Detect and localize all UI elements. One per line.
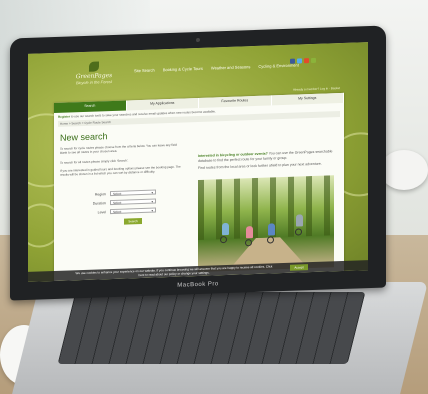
cookie-accept-button[interactable]: Accept (290, 264, 308, 271)
photo-cyclist (268, 223, 275, 236)
content-panel: Already a member? Log in · Basket Search… (54, 86, 344, 282)
right-intro-text-2: Find routes from the local area or look … (198, 161, 322, 170)
facebook-icon[interactable] (290, 58, 295, 64)
main-nav: Site Search Booking & Cycle Tours Weathe… (134, 62, 299, 73)
photo-cyclist (296, 214, 303, 227)
search-all-paragraph: To search for all routes please simply c… (60, 158, 129, 165)
tab-favourite-routes[interactable]: Favourite Routes (199, 95, 272, 108)
photo-wheel (220, 235, 227, 244)
keyboard (57, 292, 366, 364)
chevron-down-icon: ▾ (151, 190, 153, 195)
leaf-icon (89, 61, 99, 72)
tab-search[interactable]: Search (54, 100, 127, 114)
tab-my-settings[interactable]: My Settings (271, 92, 344, 106)
info-paragraph: If you are interested in guided tours an… (60, 164, 181, 177)
twitter-icon[interactable] (297, 58, 302, 64)
register-link[interactable]: Register (58, 114, 70, 118)
photo-cyclist (246, 226, 253, 239)
search-button[interactable]: Search (124, 217, 142, 225)
coffee-cup (380, 150, 428, 190)
right-intro: Interested in bicycling or outdoor event… (198, 149, 334, 170)
laptop-lid: MacBook Pro GreenPages Bicycle in the Fo… (10, 25, 386, 301)
photo-trees (198, 175, 334, 240)
level-select[interactable]: Select ▾ (110, 207, 156, 215)
youtube-icon[interactable] (304, 58, 309, 64)
laptop-base (12, 282, 428, 394)
region-value: Select (113, 191, 122, 196)
nav-item-booking[interactable]: Booking & Cycle Tours (163, 66, 203, 72)
region-label: Region (94, 192, 106, 197)
intro-paragraph: To search for cycle routes please choose… (60, 142, 177, 155)
region-select[interactable]: Select ▾ (110, 189, 156, 197)
family-cycling-photo (198, 175, 334, 272)
laptop-screen: GreenPages Bicycle in the Forest Site Se… (28, 42, 368, 282)
chevron-down-icon: ▾ (151, 199, 153, 204)
nav-item-site-search[interactable]: Site Search (134, 68, 155, 74)
chevron-down-icon: ▾ (151, 208, 153, 213)
tab-my-applications[interactable]: My Applications (126, 97, 199, 111)
level-value: Select (113, 209, 122, 214)
rss-icon[interactable] (311, 57, 316, 64)
level-label: Level (97, 210, 106, 215)
camera-icon (196, 37, 200, 43)
logo-tagline: Bicycle in the Forest (75, 79, 112, 86)
nav-item-weather[interactable]: Weather and Seasons (211, 64, 251, 70)
page-title: New search (60, 131, 108, 143)
site-logo[interactable]: GreenPages Bicycle in the Forest (64, 61, 124, 86)
duration-select[interactable]: Select ▾ (110, 198, 156, 206)
photo-cyclist (222, 222, 229, 236)
duration-value: Select (113, 200, 122, 205)
duration-label: Duration (92, 201, 106, 206)
social-icons (290, 57, 316, 64)
